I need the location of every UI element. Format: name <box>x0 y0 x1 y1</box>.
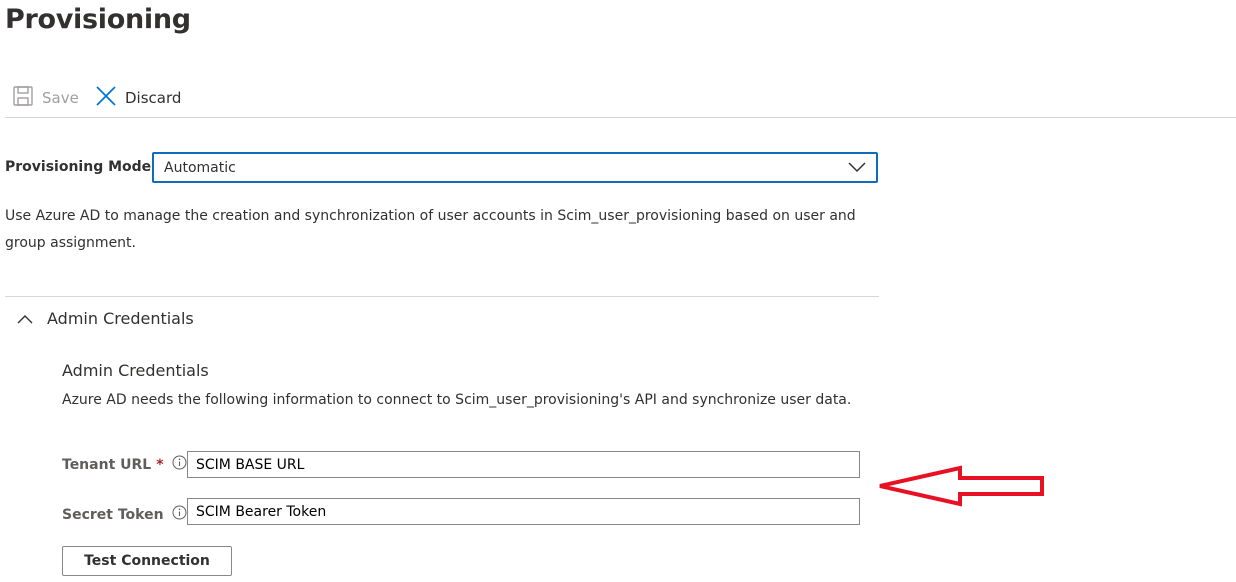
admin-credentials-subtitle: Admin Credentials <box>62 361 209 380</box>
admin-credentials-toggle[interactable]: Admin Credentials <box>17 309 194 328</box>
save-button[interactable]: Save <box>12 85 79 111</box>
tenant-url-input[interactable] <box>187 451 860 478</box>
info-icon[interactable] <box>172 505 187 524</box>
secret-token-input[interactable] <box>187 498 860 525</box>
admin-credentials-description: Azure AD needs the following information… <box>62 392 852 408</box>
required-marker: * <box>156 456 164 473</box>
provisioning-mode-label: Provisioning Mode <box>5 159 152 175</box>
provisioning-mode-value: Automatic <box>164 159 236 176</box>
save-icon <box>12 85 34 111</box>
admin-credentials-toggle-label: Admin Credentials <box>47 309 194 328</box>
info-icon[interactable] <box>172 455 187 474</box>
provisioning-mode-dropdown[interactable]: Automatic <box>152 152 878 183</box>
test-connection-button[interactable]: Test Connection <box>62 546 232 576</box>
secret-token-label: Secret Token <box>62 505 187 524</box>
save-label: Save <box>42 89 79 107</box>
close-icon <box>95 85 117 111</box>
discard-button[interactable]: Discard <box>95 85 181 111</box>
tenant-url-label: Tenant URL * <box>62 455 187 474</box>
provisioning-mode-description: Use Azure AD to manage the creation and … <box>5 208 856 251</box>
chevron-down-icon <box>848 158 866 177</box>
chevron-up-icon <box>17 309 33 328</box>
secret-token-label-text: Secret Token <box>62 506 164 523</box>
annotation-arrow-icon <box>876 462 1048 514</box>
section-divider <box>5 296 879 297</box>
toolbar-divider <box>5 117 1236 118</box>
tenant-url-label-text: Tenant URL <box>62 456 152 473</box>
discard-label: Discard <box>125 89 182 107</box>
page-title: Provisioning <box>5 4 191 35</box>
